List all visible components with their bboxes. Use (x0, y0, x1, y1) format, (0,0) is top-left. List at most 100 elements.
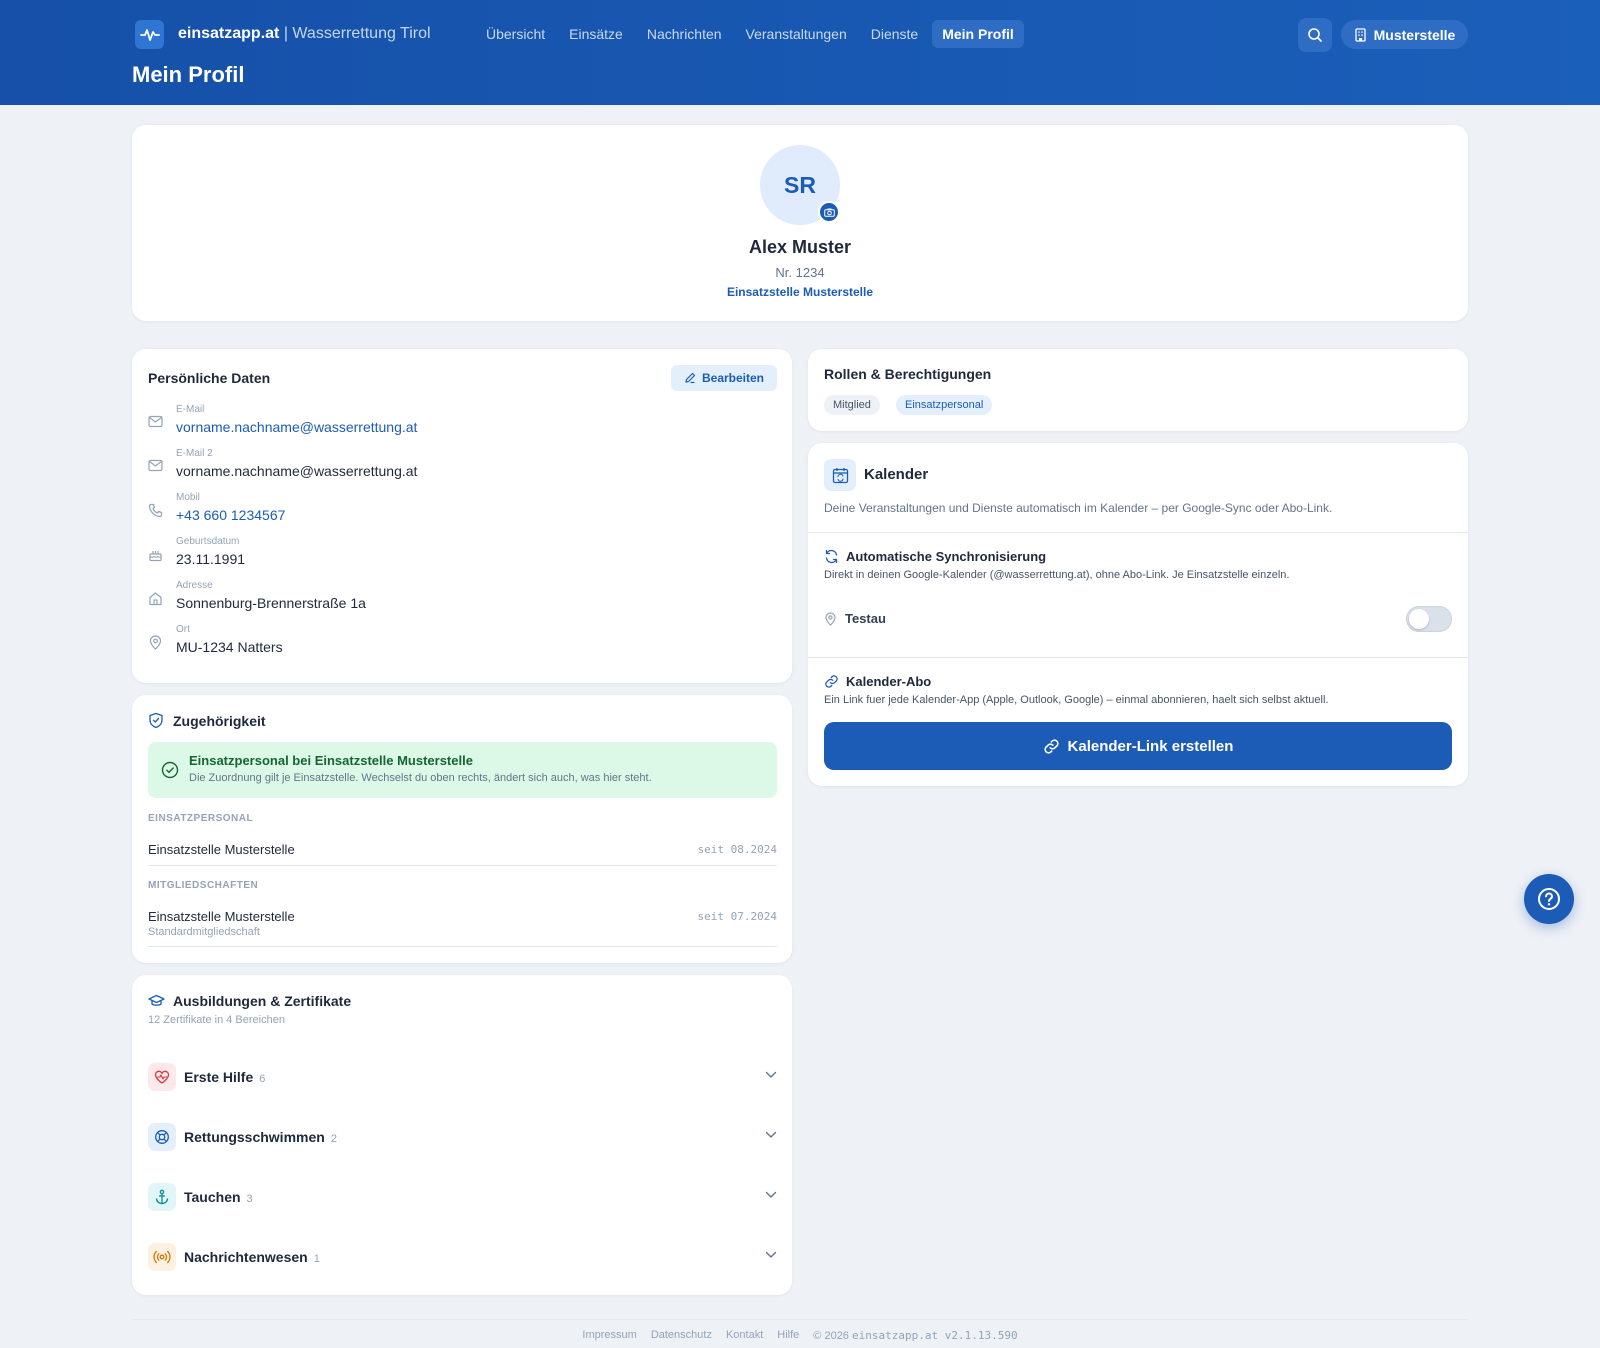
station-switcher-button[interactable]: Musterstelle (1341, 20, 1468, 49)
accordion-count: 3 (246, 1193, 253, 1205)
footer-copyright-year: © 2026 (813, 1330, 849, 1342)
create-calendar-link-button[interactable]: Kalender-Link erstellen (824, 722, 1452, 770)
profile-name: Alex Muster (748, 237, 852, 257)
lifebuoy-icon (148, 1123, 176, 1151)
abo-desc: Ein Link fuer jede Kalender-App (Apple, … (824, 694, 1329, 706)
profile-station: Einsatzstelle Musterstelle (726, 285, 874, 299)
search-button[interactable] (1298, 18, 1332, 52)
help-button[interactable] (1524, 874, 1574, 924)
footer-link-datenschutz[interactable]: Datenschutz (651, 1329, 712, 1342)
main-nav: Übersicht Einsätze Nachrichten Veranstal… (476, 20, 1024, 48)
membership-row-name: Einsatzstelle Musterstelle (148, 909, 295, 924)
membership-row: Einsatzstelle Musterstelle Standardmitgl… (148, 909, 777, 947)
refresh-icon (825, 549, 838, 564)
accordion-count: 2 (330, 1133, 337, 1145)
membership-row-sub: Standardmitgliedschaft (148, 926, 260, 938)
footer-link-impressum[interactable]: Impressum (582, 1329, 636, 1342)
field-address: Adresse Sonnenburg-Brennerstraße 1a (148, 580, 768, 620)
sync-desc: Direkt in deinen Google-Kalender (@wasse… (824, 569, 1290, 581)
calendar-desc: Deine Veranstaltungen und Dienste automa… (824, 501, 1333, 515)
app-name: einsatzapp.at (178, 25, 280, 42)
chevron-down-icon (765, 1131, 777, 1138)
calendar-sync-icon (824, 459, 856, 491)
field-city: Ort MU-1234 Natters (148, 624, 768, 664)
membership-title: Zugehörigkeit (173, 713, 266, 729)
logo-pulse-icon[interactable] (135, 20, 164, 49)
accordion-label: Erste Hilfe (184, 1069, 254, 1085)
sync-station-label: Testau (845, 611, 886, 626)
nav-nachrichten[interactable]: Nachrichten (637, 20, 732, 48)
phone-link[interactable]: +43 660 1234567 (176, 507, 285, 523)
personal-data-title: Persönliche Daten (148, 370, 271, 386)
sync-toggle[interactable] (1406, 606, 1452, 632)
field-value: vorname.nachname@wasserrettung.at (176, 463, 418, 479)
field-label: E-Mail (176, 404, 205, 415)
profile-card: SR Alex Muster Nr. 1234 Einsatzstelle Mu… (132, 125, 1468, 321)
building-icon (1354, 27, 1366, 42)
link-icon (825, 675, 838, 688)
camera-icon[interactable] (818, 201, 840, 223)
nav-veranstaltungen[interactable]: Veranstaltungen (736, 20, 857, 48)
accordion-tauchen[interactable]: Tauchen 3 (148, 1183, 777, 1213)
cake-icon (149, 551, 162, 562)
field-label: Ort (176, 624, 190, 635)
chevron-down-icon (765, 1191, 777, 1198)
field-label: Mobil (176, 492, 200, 503)
section-label-einsatzpersonal: EINSATZPERSONAL (148, 813, 254, 824)
nav-uebersicht[interactable]: Übersicht (476, 20, 555, 48)
profile-number: Nr. 1234 (775, 265, 825, 280)
nav-dienste[interactable]: Dienste (861, 20, 928, 48)
membership-row: Einsatzstelle Musterstelle seit 08.2024 (148, 842, 777, 866)
footer: Impressum Datenschutz Kontakt Hilfe © 20… (0, 1329, 1600, 1342)
help-circle-icon (1538, 888, 1560, 910)
membership-row-since: seit 08.2024 (697, 843, 777, 856)
footer-copyright: © 2026 einsatzapp.at v2.1.13.590 (813, 1329, 1017, 1342)
calendar-title: Kalender (864, 466, 929, 483)
accordion-nachrichtenwesen[interactable]: Nachrichtenwesen 1 (148, 1243, 777, 1273)
field-label: Adresse (176, 580, 213, 591)
field-label: E-Mail 2 (176, 448, 213, 459)
accordion-erste-hilfe[interactable]: Erste Hilfe 6 (148, 1063, 777, 1093)
field-label: Geburtsdatum (176, 536, 240, 547)
training-subtitle: 12 Zertifikate in 4 Bereichen (148, 1014, 285, 1026)
station-switcher-label: Musterstelle (1373, 26, 1456, 43)
membership-status-title: Einsatzpersonal bei Einsatzstelle Muster… (189, 753, 473, 768)
sync-title: Automatische Synchronisierung (846, 549, 1047, 564)
field-email-2: E-Mail 2 vorname.nachname@wasserrettung.… (148, 448, 768, 488)
shield-check-icon (149, 712, 163, 729)
org-name: Wasserrettung Tirol (292, 25, 431, 42)
field-birthdate: Geburtsdatum 23.11.1991 (148, 536, 768, 576)
create-calendar-link-label: Kalender-Link erstellen (1067, 737, 1234, 755)
membership-row-since: seit 07.2024 (697, 910, 777, 923)
radio-icon (148, 1243, 176, 1271)
training-title: Ausbildungen & Zertifikate (173, 993, 352, 1009)
toggle-knob (1409, 609, 1429, 629)
roles-title: Rollen & Berechtigungen (824, 366, 992, 382)
link-icon (1043, 738, 1059, 754)
abo-title: Kalender-Abo (846, 674, 932, 689)
membership-status-desc: Die Zuordnung gilt je Einsatzstelle. Wec… (189, 772, 652, 784)
footer-link-hilfe[interactable]: Hilfe (777, 1329, 799, 1342)
page-title: Mein Profil (132, 62, 245, 87)
training-card: Ausbildungen & Zertifikate 12 Zertifikat… (132, 975, 792, 1295)
personal-data-card: Persönliche Daten Bearbeiten E-Mail vorn… (132, 349, 792, 683)
divider (808, 657, 1468, 658)
edit-button[interactable]: Bearbeiten (671, 365, 777, 391)
role-badge: Mitglied (824, 395, 880, 415)
field-mobile: Mobil +43 660 1234567 (148, 492, 768, 532)
section-label-mitgliedschaften: MITGLIEDSCHAFTEN (148, 880, 259, 891)
footer-link-kontakt[interactable]: Kontakt (726, 1329, 763, 1342)
nav-einsaetze[interactable]: Einsätze (559, 20, 633, 48)
email-link[interactable]: vorname.nachname@wasserrettung.at (176, 419, 417, 435)
accordion-rettungsschwimmen[interactable]: Rettungsschwimmen 2 (148, 1123, 777, 1153)
anchor-icon (148, 1183, 176, 1211)
accordion-label: Rettungsschwimmen (184, 1129, 325, 1145)
mail-icon (148, 415, 163, 428)
nav-mein-profil[interactable]: Mein Profil (932, 20, 1024, 48)
mail-icon (148, 459, 163, 472)
edit-label: Bearbeiten (701, 371, 765, 385)
top-header: einsatzapp.at | Wasserrettung Tirol Über… (0, 0, 1600, 105)
membership-row-name: Einsatzstelle Musterstelle (148, 842, 295, 857)
field-value: Sonnenburg-Brennerstraße 1a (176, 595, 366, 611)
membership-card: Zugehörigkeit Einsatzpersonal bei Einsat… (132, 695, 792, 963)
